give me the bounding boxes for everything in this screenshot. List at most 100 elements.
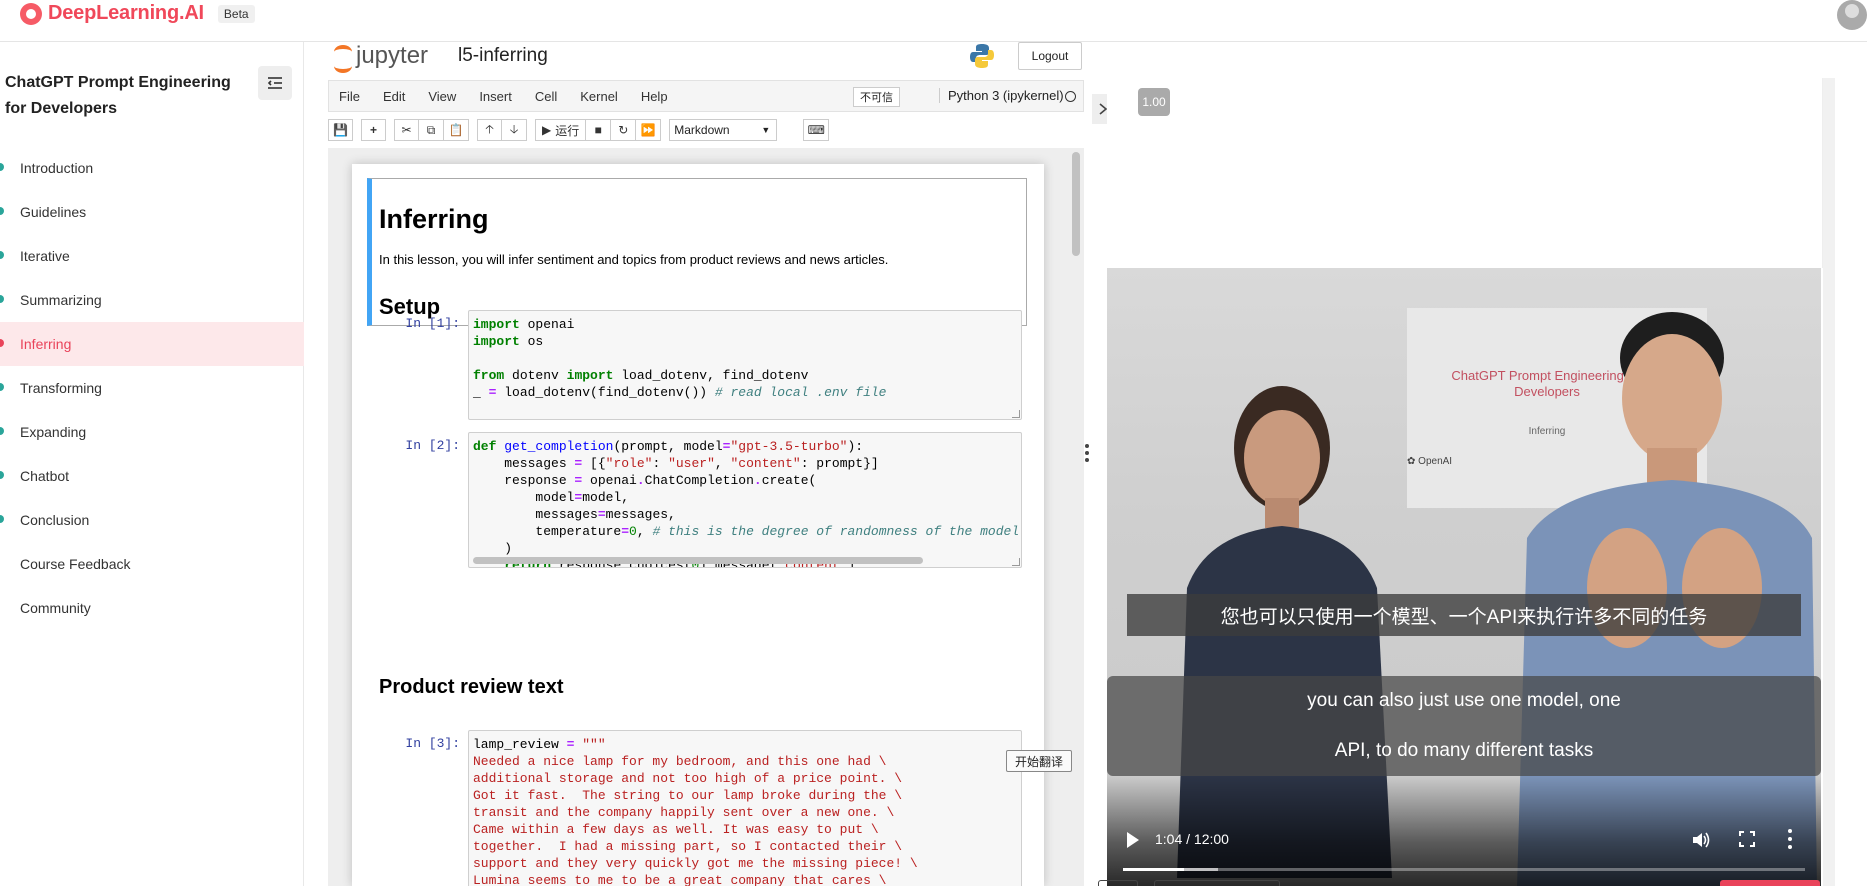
notebook-toolbar: 💾 + ✂ ⧉ 📋 🡡 🡣 ▶ 运行 ■ ↻ ⏩ Markdown ▼ ⌨ <box>328 114 1084 146</box>
openai-logo-icon: ✿ <box>1407 456 1416 467</box>
menu-kernel[interactable]: Kernel <box>580 89 618 104</box>
restart-icon: ↻ <box>618 123 629 137</box>
notebook-scroll-area[interactable]: Inferring In this lesson, you will infer… <box>328 148 1084 886</box>
sidebar-item-label: Iterative <box>20 248 70 264</box>
menu-edit[interactable]: Edit <box>383 89 405 104</box>
restart-run-all-button[interactable]: ⏩ <box>636 119 662 141</box>
sidebar-item-community[interactable]: Community <box>0 586 304 630</box>
video-panel: 1.00 ChatGPT Prompt Engineering for Deve… <box>1107 78 1823 886</box>
sidebar-item-expanding[interactable]: Expanding <box>0 410 304 454</box>
brand[interactable]: DeepLearning.AI Beta <box>20 2 255 25</box>
notebook-name[interactable]: l5-inferring <box>458 45 548 67</box>
save-button[interactable]: 💾 <box>328 119 353 141</box>
course-sidebar: ChatGPT Prompt Engineering for Developer… <box>0 42 304 886</box>
sidebar-item-transforming[interactable]: Transforming <box>0 366 304 410</box>
subtitle-english: you can also just use one model, one API… <box>1107 676 1821 776</box>
restart-button[interactable]: ↻ <box>611 119 637 141</box>
menu-view[interactable]: View <box>428 89 456 104</box>
cell-type-value: Markdown <box>674 123 730 137</box>
start-translate-button[interactable]: 开始翻译 <box>1006 750 1072 772</box>
command-palette-button[interactable]: ⌨ <box>803 119 830 141</box>
notebook-vertical-scrollbar[interactable] <box>1072 152 1080 256</box>
sidebar-item-introduction[interactable]: Introduction <box>0 146 304 190</box>
python-logo-icon <box>970 44 994 68</box>
notebook-heading: Inferring <box>379 204 489 234</box>
cut-button[interactable]: ✂ <box>394 119 419 141</box>
lesson-intro: In this lesson, you will infer sentiment… <box>379 252 889 267</box>
paste-button[interactable]: 📋 <box>444 119 469 141</box>
sidebar-item-inferring[interactable]: Inferring <box>0 322 304 366</box>
sidebar-item-conclusion[interactable]: Conclusion <box>0 498 304 542</box>
sidebar-item-iterative[interactable]: Iterative <box>0 234 304 278</box>
kernel-name: Python 3 (ipykernel) <box>939 88 1064 103</box>
code-cell-get-completion[interactable]: def get_completion(prompt, model="gpt-3.… <box>468 432 1022 568</box>
jupyter-logo-icon <box>332 43 352 73</box>
collapse-sidebar-button[interactable] <box>258 66 292 100</box>
jupyter-logo[interactable]: jupyter <box>332 42 429 73</box>
save-icon: 💾 <box>333 123 348 137</box>
user-avatar-icon[interactable] <box>1837 0 1867 30</box>
sidebar-item-guidelines[interactable]: Guidelines <box>0 190 304 234</box>
menu-collapse-icon <box>267 77 282 89</box>
cell-prompt: In [1]: <box>405 316 460 331</box>
menu-cell[interactable]: Cell <box>535 89 557 104</box>
sidebar-item-label: Conclusion <box>20 512 90 528</box>
subtitle-english-line-1: you can also just use one model, one <box>1307 690 1621 711</box>
run-button[interactable]: ▶ 运行 <box>535 119 587 141</box>
menu-file[interactable]: File <box>339 89 360 104</box>
copy-button[interactable]: ⧉ <box>419 119 444 141</box>
untrusted-badge[interactable]: 不可信 <box>853 87 900 107</box>
lecture-video[interactable]: ChatGPT Prompt Engineering for Developer… <box>1107 268 1821 886</box>
bottom-accent-button-edge[interactable] <box>1720 880 1820 886</box>
menu-bar: File Edit View Insert Cell Kernel Help 不… <box>328 80 1084 112</box>
scissors-icon: ✂ <box>401 123 412 137</box>
cell-prompt: In [2]: <box>405 438 460 453</box>
sidebar-item-chatbot[interactable]: Chatbot <box>0 454 304 498</box>
video-time: 1:04 / 12:00 <box>1155 831 1229 847</box>
playback-speed-button[interactable]: 1.00 <box>1138 88 1170 116</box>
paste-icon: 📋 <box>448 123 464 137</box>
product-review-heading: Product review text <box>379 676 564 698</box>
run-label: 运行 <box>555 123 580 138</box>
more-options-icon[interactable] <box>1787 829 1793 849</box>
fast-forward-icon: ⏩ <box>640 123 656 137</box>
cell-type-select[interactable]: Markdown ▼ <box>669 119 778 141</box>
bottom-button-edge[interactable] <box>1154 880 1280 886</box>
arrow-up-icon: 🡡 <box>485 121 494 136</box>
arrow-down-icon: 🡣 <box>509 121 519 136</box>
subtitle-chinese: 您也可以只使用一个模型、一个API来执行许多不同的任务 <box>1127 594 1801 636</box>
interrupt-button[interactable]: ■ <box>586 119 612 141</box>
progress-dot-icon <box>0 383 4 391</box>
panel-resize-handle[interactable] <box>1084 444 1090 462</box>
keyboard-icon: ⌨ <box>807 123 825 137</box>
bottom-button-edge[interactable] <box>1098 880 1138 886</box>
logout-button[interactable]: Logout <box>1018 42 1082 70</box>
sidebar-item-label: Chatbot <box>20 468 70 484</box>
sidebar-item-course-feedback[interactable]: Course Feedback <box>0 542 304 586</box>
deeplearning-logo-icon <box>20 2 42 25</box>
jupyter-logo-text: jupyter <box>356 42 429 69</box>
fullscreen-icon[interactable] <box>1739 831 1755 847</box>
horizontal-scrollbar[interactable] <box>473 557 923 564</box>
chevron-down-icon: ▼ <box>761 125 771 135</box>
menu-insert[interactable]: Insert <box>479 89 512 104</box>
sidebar-item-label: Expanding <box>20 424 87 440</box>
progress-dot-icon <box>0 515 4 523</box>
move-down-button[interactable]: 🡣 <box>502 119 527 141</box>
video-progress-bar[interactable] <box>1123 868 1805 871</box>
lesson-nav: Introduction Guidelines Iterative Summar… <box>0 146 304 630</box>
move-up-button[interactable]: 🡡 <box>477 119 502 141</box>
insert-cell-button[interactable]: + <box>361 119 386 141</box>
video-panel-scrollbar[interactable] <box>1823 78 1835 886</box>
play-icon[interactable] <box>1127 832 1139 848</box>
sidebar-item-label: Guidelines <box>20 204 87 220</box>
code-cell-lamp-review[interactable]: lamp_review = """ Needed a nice lamp for… <box>468 730 1022 886</box>
code-cell-imports[interactable]: import openai import os from dotenv impo… <box>468 310 1022 420</box>
volume-icon[interactable] <box>1691 830 1711 850</box>
progress-dot-icon <box>0 471 4 479</box>
sidebar-item-label: Community <box>20 600 91 616</box>
video-played-bar <box>1123 868 1184 871</box>
menu-help[interactable]: Help <box>641 89 668 104</box>
sidebar-item-label: Summarizing <box>20 292 102 308</box>
sidebar-item-summarizing[interactable]: Summarizing <box>0 278 304 322</box>
